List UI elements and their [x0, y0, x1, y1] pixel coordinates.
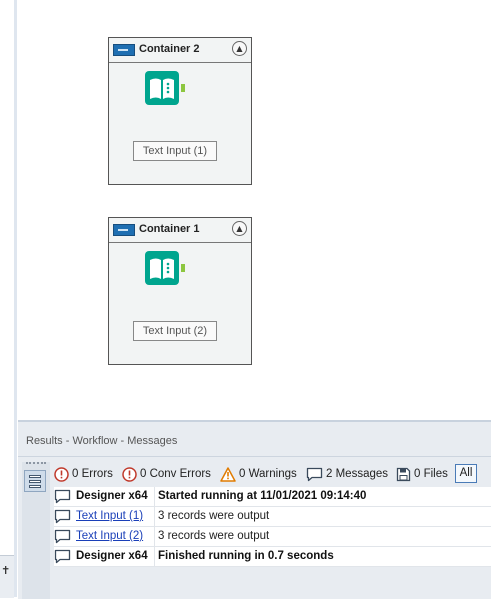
message-row[interactable]: Text Input (1) 3 records were output: [54, 507, 491, 527]
collapse-chevron-icon[interactable]: ▲: [232, 221, 247, 236]
message-list-view-button[interactable]: [24, 470, 46, 492]
all-filter-button[interactable]: All: [455, 464, 477, 483]
warnings-count: 0 Warnings: [239, 468, 297, 480]
speech-bubble-icon: [54, 489, 71, 504]
tool-label: Text Input (1): [133, 141, 217, 161]
message-row[interactable]: Designer x64 Finished running in 0.7 sec…: [54, 547, 491, 567]
speech-bubble-icon: [54, 529, 71, 544]
grip-dots[interactable]: [26, 462, 46, 468]
text-input-book-icon[interactable]: [145, 251, 185, 291]
speech-bubble-icon: [54, 509, 71, 524]
collapse-chevron-icon[interactable]: ▲: [232, 41, 247, 56]
results-window: Results - Workflow - Messages 0 Errors 0…: [18, 420, 491, 599]
files-count: 0 Files: [414, 468, 448, 480]
conv-errors-count: 0 Conv Errors: [140, 468, 211, 480]
container-2[interactable]: Container 2 ▲ Text Input (1): [108, 37, 252, 185]
speech-bubble-icon: [54, 549, 71, 564]
message-row[interactable]: Text Input (2) 3 records were output: [54, 527, 491, 547]
container-icon: [113, 44, 135, 56]
speech-bubble-icon: [306, 467, 323, 481]
container-1[interactable]: Container 1 ▲ Text Input (2): [108, 217, 252, 365]
results-divider: [18, 456, 491, 457]
container-icon: [113, 224, 135, 236]
results-title: Results - Workflow - Messages: [26, 435, 178, 447]
floppy-disk-icon: [396, 467, 411, 481]
messages-count: 2 Messages: [326, 468, 389, 480]
messages-table: Designer x64 Started running at 11/01/20…: [54, 487, 491, 567]
container-title: Container 1: [139, 223, 200, 235]
warnings-filter[interactable]: 0 Warnings: [220, 465, 297, 483]
files-filter[interactable]: 0 Files: [396, 465, 448, 483]
exclamation-circle-icon: [122, 466, 137, 482]
text-input-book-icon[interactable]: [145, 71, 185, 111]
message-text: 3 records were output: [158, 510, 270, 522]
conv-errors-filter[interactable]: 0 Conv Errors: [122, 465, 211, 483]
workflow-canvas[interactable]: Container 2 ▲ Text Input (1) Container 1…: [18, 0, 491, 420]
container-header[interactable]: Container 2 ▲: [109, 38, 251, 63]
messages-filter[interactable]: 2 Messages: [306, 465, 388, 483]
message-text: 3 records were output: [158, 530, 270, 542]
message-text: Started running at 11/01/2021 09:14:40: [158, 490, 367, 502]
message-source: Designer x64: [76, 490, 148, 502]
errors-filter[interactable]: 0 Errors: [54, 465, 113, 483]
message-text: Finished running in 0.7 seconds: [158, 550, 334, 562]
message-row[interactable]: Designer x64 Started running at 11/01/20…: [54, 487, 491, 507]
dock-tab-icon: ✝: [1, 564, 11, 577]
container-title: Container 2: [139, 43, 200, 55]
container-header[interactable]: Container 1 ▲: [109, 218, 251, 243]
dock-tab[interactable]: ✝: [0, 555, 14, 598]
message-source: Designer x64: [76, 550, 148, 562]
left-dock: ✝: [0, 0, 17, 598]
message-source-link[interactable]: Text Input (1): [76, 510, 143, 522]
tool-label: Text Input (2): [133, 321, 217, 341]
exclamation-circle-icon: [54, 466, 69, 482]
errors-count: 0 Errors: [72, 468, 113, 480]
warning-triangle-icon: [220, 466, 236, 482]
results-side-panel: [22, 462, 50, 599]
message-source-link[interactable]: Text Input (2): [76, 530, 143, 542]
dock-rail: [14, 0, 17, 597]
results-filter-toolbar: 0 Errors 0 Conv Errors 0 Warnings 2 Mess…: [54, 463, 491, 485]
